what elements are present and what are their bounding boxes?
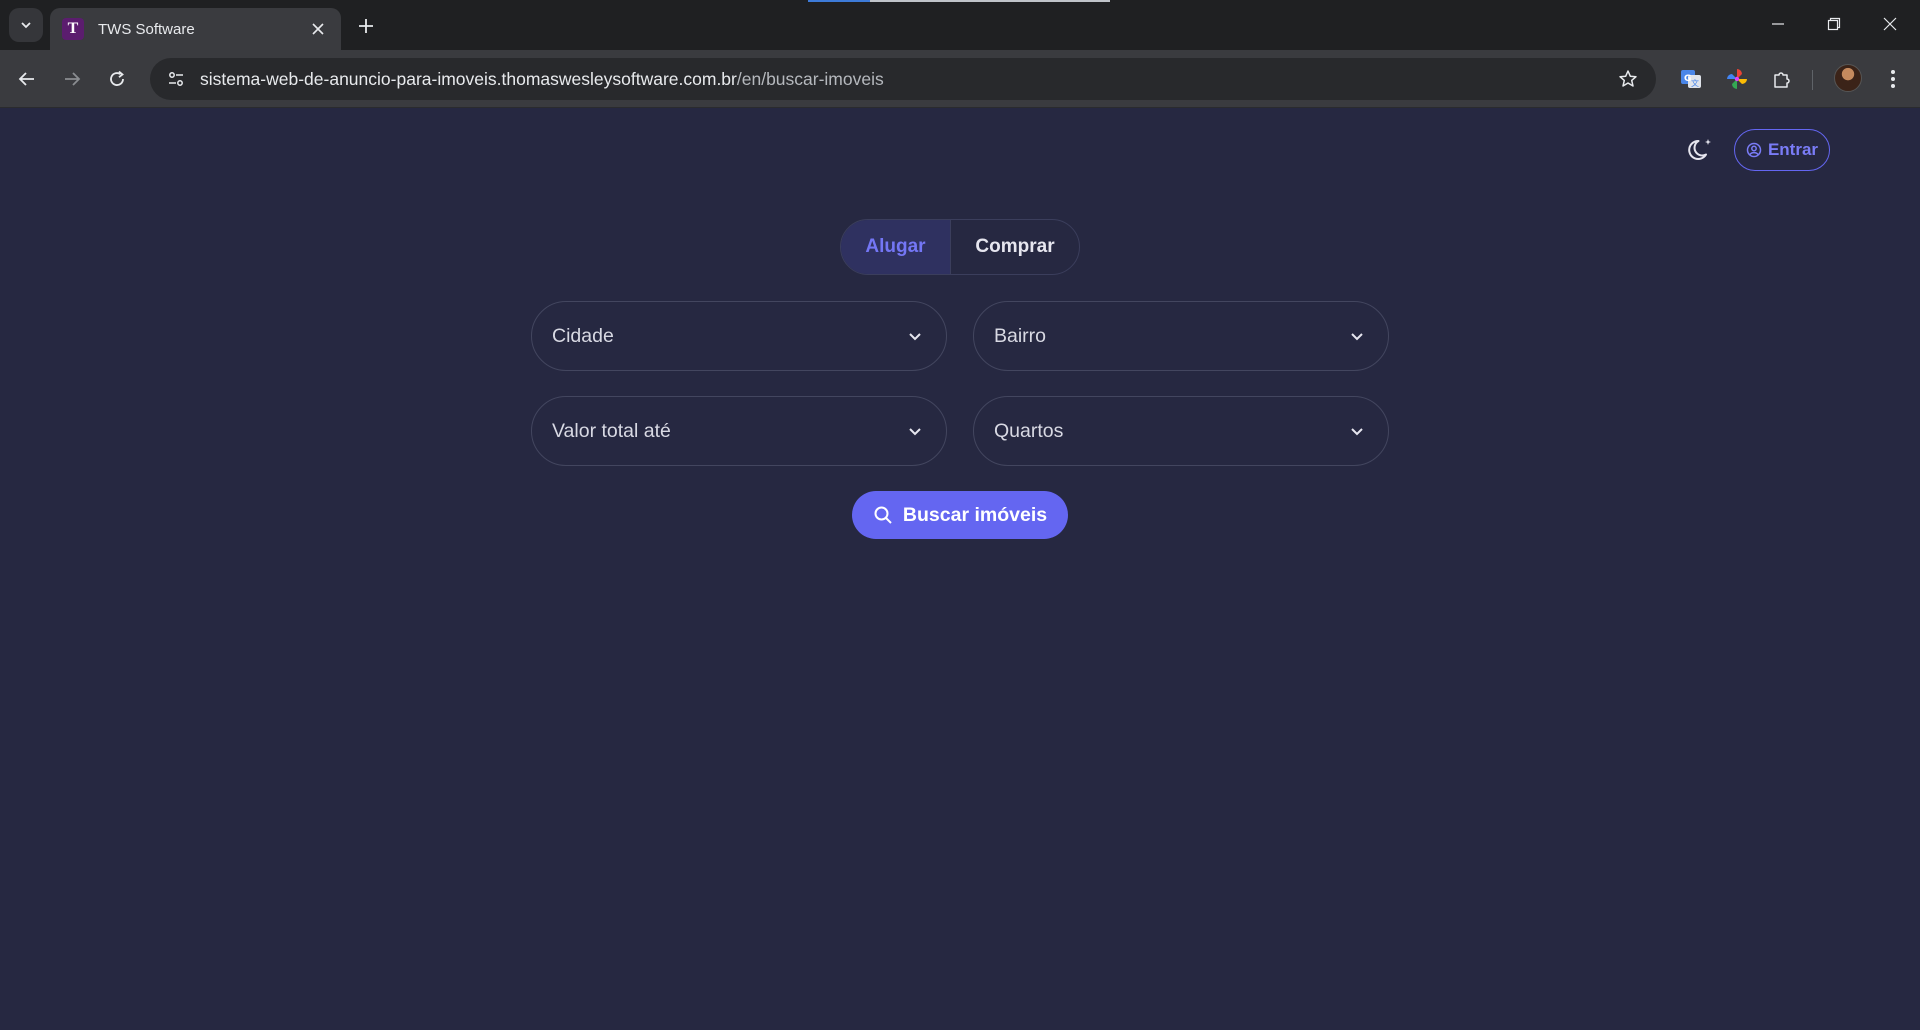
browser-tabstrip: T TWS Software <box>0 0 1920 50</box>
bedrooms-select[interactable]: Quartos <box>973 396 1389 466</box>
url-path: /en/buscar-imoveis <box>736 68 884 89</box>
restore-button[interactable] <box>1814 8 1854 40</box>
translate-icon: G文 <box>1681 70 1701 88</box>
chevron-down-icon <box>1346 420 1368 442</box>
bedrooms-select-label: Quartos <box>994 419 1064 442</box>
more-vertical-icon <box>1891 70 1895 88</box>
reload-icon <box>110 70 124 86</box>
search-properties-button[interactable]: Buscar imóveis <box>852 491 1068 539</box>
tab-close-button[interactable] <box>307 18 329 40</box>
forward-button[interactable] <box>55 62 89 96</box>
site-info-button[interactable] <box>156 61 196 97</box>
minimize-icon <box>1772 23 1784 25</box>
login-button[interactable]: Entrar <box>1734 129 1830 171</box>
user-circle-icon <box>1746 142 1762 158</box>
listing-type-toggle: Alugar Comprar <box>840 219 1080 275</box>
search-icon <box>874 506 892 524</box>
restore-icon <box>1827 17 1841 31</box>
plus-icon <box>359 19 373 33</box>
bookmark-button[interactable] <box>1614 65 1642 93</box>
neighborhood-select[interactable]: Bairro <box>973 301 1389 371</box>
tab-rent[interactable]: Alugar <box>841 220 951 274</box>
loading-indicator-track <box>870 0 1110 2</box>
arrow-left-icon <box>18 72 34 86</box>
chevron-down-icon <box>904 325 926 347</box>
login-button-label: Entrar <box>1767 140 1819 159</box>
tab-search-button[interactable] <box>9 8 43 42</box>
close-icon <box>1883 17 1897 31</box>
extensions-button[interactable] <box>1765 62 1799 96</box>
browser-toolbar: sistema-web-de-anuncio-para-imoveis.thom… <box>0 50 1920 108</box>
tune-icon <box>169 72 183 86</box>
svg-text:文: 文 <box>1691 78 1699 88</box>
page-content: Entrar Alugar Comprar Cidade Bairro Valo… <box>0 109 1920 1030</box>
browser-tab[interactable]: T TWS Software <box>50 8 341 50</box>
chevron-down-icon <box>1346 325 1368 347</box>
address-bar[interactable]: sistema-web-de-anuncio-para-imoveis.thom… <box>150 58 1656 100</box>
close-icon <box>312 23 324 35</box>
profile-avatar[interactable] <box>1834 64 1862 92</box>
pinwheel-icon <box>1727 69 1747 89</box>
url-text: sistema-web-de-anuncio-para-imoveis.thom… <box>200 69 884 90</box>
search-button-label: Buscar imóveis <box>902 503 1048 526</box>
tab-buy[interactable]: Comprar <box>951 220 1079 274</box>
toolbar-separator <box>1812 70 1813 90</box>
tab-title: TWS Software <box>98 20 195 38</box>
moon-sparkle-icon <box>1688 139 1711 160</box>
chevron-down-icon <box>904 420 926 442</box>
theme-toggle-button[interactable] <box>1686 135 1716 165</box>
tab-favicon: T <box>62 18 84 40</box>
reload-button[interactable] <box>100 62 134 96</box>
loading-indicator <box>808 0 870 2</box>
max-price-select[interactable]: Valor total até <box>531 396 947 466</box>
star-icon <box>1619 70 1637 87</box>
city-select[interactable]: Cidade <box>531 301 947 371</box>
city-select-label: Cidade <box>552 324 614 347</box>
back-button[interactable] <box>10 62 44 96</box>
chevron-down-icon <box>21 22 31 29</box>
browser-menu-button[interactable] <box>1876 62 1910 96</box>
neighborhood-select-label: Bairro <box>994 324 1047 347</box>
close-window-button[interactable] <box>1870 8 1910 40</box>
pinwheel-extension-button[interactable] <box>1720 62 1754 96</box>
new-tab-button[interactable] <box>352 12 380 40</box>
arrow-right-icon <box>65 72 81 86</box>
url-host: sistema-web-de-anuncio-para-imoveis.thom… <box>200 68 737 89</box>
minimize-button[interactable] <box>1758 8 1798 40</box>
max-price-select-label: Valor total até <box>552 419 671 442</box>
translate-extension-button[interactable]: G文 <box>1674 62 1708 96</box>
puzzle-icon <box>1774 72 1790 88</box>
